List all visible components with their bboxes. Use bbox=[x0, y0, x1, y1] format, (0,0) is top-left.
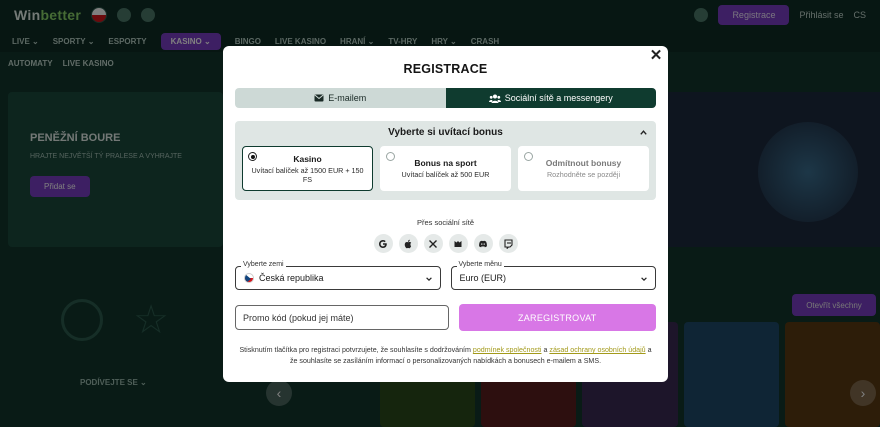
bonus-option-desc: Uvítací balíček až 500 EUR bbox=[401, 170, 490, 179]
country-value: Česká republika bbox=[259, 273, 324, 283]
tab-social[interactable]: Sociální sítě a messengery bbox=[445, 88, 656, 108]
bonus-selector: Vyberte si uvítací bonus Kasino Uvítací … bbox=[235, 121, 656, 200]
tab-email-label: E-mailem bbox=[328, 93, 367, 103]
terms-text: Stisknutím tlačítka pro registraci potvr… bbox=[235, 345, 656, 366]
users-icon bbox=[488, 94, 501, 103]
tab-social-label: Sociální sítě a messengery bbox=[504, 93, 613, 103]
mail-ru-icon[interactable] bbox=[448, 234, 468, 253]
terms-link[interactable]: podmínek společnosti bbox=[473, 346, 542, 354]
bonus-option-name: Odmítnout bonusy bbox=[545, 158, 622, 168]
country-currency-row: Vyberte zemi Česká republika Vyberte měn… bbox=[235, 261, 656, 290]
modal-title: REGISTRACE bbox=[403, 62, 488, 76]
chevron-down-icon bbox=[425, 277, 432, 282]
twitch-icon[interactable] bbox=[498, 234, 518, 253]
czech-flag-icon bbox=[244, 273, 254, 283]
privacy-link[interactable]: zásad ochrany osobních údajů bbox=[549, 346, 645, 354]
chevron-up-icon[interactable] bbox=[639, 128, 648, 137]
bonus-option-desc: Rozhodněte se později bbox=[546, 170, 621, 179]
promo-register-row: Promo kód (pokud jej máte) ZAREGISTROVAT bbox=[235, 304, 656, 331]
google-icon[interactable] bbox=[373, 234, 393, 253]
register-button[interactable]: ZAREGISTROVAT bbox=[458, 304, 656, 331]
country-select[interactable]: Vyberte zemi Česká republika bbox=[235, 261, 441, 290]
discord-icon[interactable] bbox=[473, 234, 493, 253]
radio-selected-icon[interactable] bbox=[248, 152, 257, 161]
country-legend: Vyberte zemi bbox=[241, 261, 286, 268]
currency-legend: Vyberte měnu bbox=[456, 261, 504, 268]
bonus-option-sport[interactable]: Bonus na sport Uvítací balíček až 500 EU… bbox=[380, 146, 511, 191]
bonus-options: Kasino Uvítací balíček až 1500 EUR + 150… bbox=[242, 146, 649, 191]
x-icon[interactable] bbox=[423, 234, 443, 253]
social-login-buttons bbox=[235, 234, 656, 253]
registration-modal: ✕ REGISTRACE E-mailem Sociální sítě a me… bbox=[223, 46, 668, 382]
tab-email[interactable]: E-mailem bbox=[235, 88, 446, 108]
bonus-option-name: Kasino bbox=[293, 153, 322, 164]
radio-icon[interactable] bbox=[386, 152, 395, 161]
social-label: Přes sociální sítě bbox=[416, 218, 475, 227]
bonus-option-casino[interactable]: Kasino Uvítací balíček až 1500 EUR + 150… bbox=[242, 146, 373, 191]
apple-icon[interactable] bbox=[398, 234, 418, 253]
chevron-down-icon bbox=[641, 277, 647, 282]
bonus-option-name: Bonus na sport bbox=[414, 158, 477, 168]
close-icon[interactable]: ✕ bbox=[648, 48, 664, 64]
terms-part: Stisknutím tlačítka pro registraci potvr… bbox=[239, 346, 473, 354]
promo-code-input[interactable]: Promo kód (pokud jej máte) bbox=[235, 305, 449, 330]
envelope-icon bbox=[314, 94, 324, 102]
radio-icon[interactable] bbox=[524, 152, 533, 161]
registration-tabs: E-mailem Sociální sítě a messengery bbox=[235, 88, 656, 108]
bonus-title: Vyberte si uvítací bonus bbox=[388, 127, 503, 138]
bonus-option-decline[interactable]: Odmítnout bonusy Rozhodněte se později bbox=[518, 146, 649, 191]
currency-value: Euro (EUR) bbox=[459, 273, 507, 283]
currency-select[interactable]: Vyberte měnu Euro (EUR) bbox=[450, 261, 656, 290]
bonus-option-desc: Uvítací balíček až 1500 EUR + 150 FS bbox=[251, 165, 364, 184]
